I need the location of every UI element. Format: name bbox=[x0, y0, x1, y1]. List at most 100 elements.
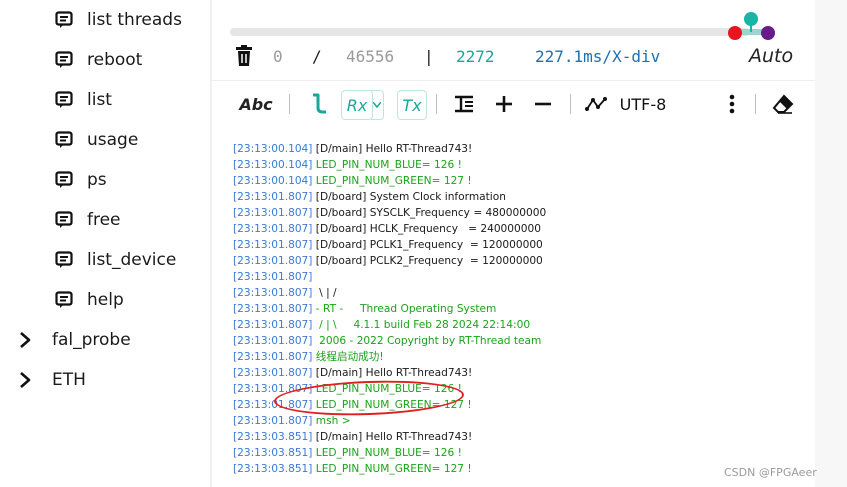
tx-label: Tx bbox=[402, 95, 422, 115]
zoom-out-icon[interactable] bbox=[532, 84, 554, 124]
sidebar-item-label: reboot bbox=[87, 50, 143, 70]
eraser-icon[interactable] bbox=[770, 84, 796, 124]
status-separator: | bbox=[424, 47, 434, 66]
log-line: [23:13:01.807] [D/main] Hello RT-Thread7… bbox=[233, 365, 813, 381]
sidebar-item-label: list_device bbox=[87, 250, 177, 270]
terminal-command-icon bbox=[55, 291, 73, 309]
terminal-command-icon bbox=[55, 171, 73, 189]
sidebar-item-help[interactable]: help bbox=[55, 280, 124, 320]
log-timestamp: [23:13:03.851] bbox=[233, 431, 313, 443]
log-message: [D/main] Hello RT-Thread743! bbox=[312, 143, 473, 155]
log-line: [23:13:01.807] - RT - Thread Operating S… bbox=[233, 301, 813, 317]
log-line: [23:13:01.807] / | \ 4.1.1 build Feb 28 … bbox=[233, 317, 813, 333]
terminal-command-icon bbox=[55, 51, 73, 69]
log-message: \ | / bbox=[312, 287, 337, 299]
log-line: [23:13:01.807] bbox=[233, 269, 813, 285]
received-count: 0 bbox=[273, 47, 283, 66]
log-message: [D/board] SYSCLK_Frequency = 480000000 bbox=[312, 207, 547, 219]
sidebar-item-usage[interactable]: usage bbox=[55, 120, 138, 160]
sidebar-item-label: list bbox=[87, 90, 112, 110]
waveform-icon[interactable] bbox=[584, 84, 608, 124]
log-timestamp: [23:13:01.807] bbox=[233, 367, 313, 379]
log-message: LED_PIN_NUM_GREEN= 127 ! bbox=[312, 463, 472, 475]
sidebar-item-list-threads[interactable]: list threads bbox=[55, 0, 182, 40]
log-line: [23:13:03.851] LED_PIN_NUM_BLUE= 126 ! bbox=[233, 445, 813, 461]
tx-toggle-button[interactable]: Tx bbox=[397, 90, 427, 120]
marker-purple-handle[interactable] bbox=[761, 26, 775, 40]
sidebar-item-list-device[interactable]: list_device bbox=[55, 240, 176, 280]
more-options-icon[interactable] bbox=[722, 84, 742, 124]
trash-icon[interactable] bbox=[234, 45, 254, 71]
scrollbar-gutter[interactable] bbox=[815, 0, 847, 487]
line-count: 2272 bbox=[456, 47, 495, 66]
log-message: [D/main] Hello RT-Thread743! bbox=[312, 367, 473, 379]
terminal-command-icon bbox=[55, 11, 73, 29]
encoding-selector[interactable]: UTF-8 bbox=[614, 84, 672, 124]
sidebar-item-reboot[interactable]: reboot bbox=[55, 40, 142, 80]
auto-scale-button[interactable]: Auto bbox=[749, 45, 793, 67]
sidebar-item-ps[interactable]: ps bbox=[55, 160, 107, 200]
log-timestamp: [23:13:03.851] bbox=[233, 463, 313, 475]
log-message: LED_PIN_NUM_GREEN= 127 ! bbox=[312, 175, 472, 187]
timeline-slider-track[interactable] bbox=[230, 28, 750, 36]
log-message: [D/board] System Clock information bbox=[312, 191, 506, 203]
sidebar-item-label: free bbox=[87, 210, 121, 230]
log-line: [23:13:01.807] [D/board] PCLK1_Frequency… bbox=[233, 237, 813, 253]
terminal-command-icon bbox=[55, 91, 73, 109]
toolbar-separator bbox=[570, 94, 571, 114]
log-timestamp: [23:13:01.807] bbox=[233, 319, 313, 331]
sidebar-item-label: usage bbox=[87, 130, 139, 150]
log-timestamp: [23:13:03.851] bbox=[233, 447, 313, 459]
log-message: LED_PIN_NUM_BLUE= 126 ! bbox=[312, 159, 462, 171]
sidebar: list threads reboot list usage ps free l… bbox=[0, 0, 210, 487]
log-timestamp: [23:13:00.104] bbox=[233, 159, 313, 171]
toolbar-separator bbox=[436, 94, 437, 114]
sidebar-group-fal-probe[interactable]: fal_probe bbox=[18, 320, 131, 360]
sidebar-item-free[interactable]: free bbox=[55, 200, 121, 240]
sidebar-group-eth[interactable]: ETH bbox=[18, 360, 86, 400]
text-wrap-icon[interactable] bbox=[452, 84, 476, 124]
marker-red-handle[interactable] bbox=[728, 26, 742, 40]
log-line: [23:13:01.807] 线程启动成功! bbox=[233, 349, 813, 365]
sidebar-group-label: ETH bbox=[52, 370, 86, 390]
log-timestamp: [23:13:01.807] bbox=[233, 255, 313, 267]
log-line: [23:13:01.807] \ | / bbox=[233, 285, 813, 301]
total-count: 46556 bbox=[346, 47, 395, 66]
sidebar-item-label: ps bbox=[87, 170, 107, 190]
sidebar-item-label: help bbox=[87, 290, 124, 310]
time-per-div: 227.1ms/X-div bbox=[535, 47, 661, 66]
log-timestamp: [23:13:01.807] bbox=[233, 223, 313, 235]
toolbar: Abc Rx Tx UTF-8 bbox=[212, 84, 815, 124]
sidebar-item-label: list threads bbox=[87, 10, 182, 30]
log-line: [23:13:01.807] 2006 - 2022 Copyright by … bbox=[233, 333, 813, 349]
text-format-button[interactable]: Abc bbox=[238, 84, 274, 124]
log-line: [23:13:00.104] [D/main] Hello RT-Thread7… bbox=[233, 141, 813, 157]
log-line: [23:13:03.851] [D/main] Hello RT-Thread7… bbox=[233, 429, 813, 445]
zoom-in-icon[interactable] bbox=[493, 84, 515, 124]
marker-connector bbox=[750, 24, 752, 32]
log-message: [D/board] HCLK_Frequency = 240000000 bbox=[312, 223, 541, 235]
log-line: [23:13:01.807] [D/board] PCLK2_Frequency… bbox=[233, 253, 813, 269]
log-line: [23:13:00.104] LED_PIN_NUM_BLUE= 126 ! bbox=[233, 157, 813, 173]
log-timestamp: [23:13:01.807] bbox=[233, 239, 313, 251]
divider bbox=[212, 80, 815, 81]
log-timestamp: [23:13:01.807] bbox=[233, 287, 313, 299]
rx-toggle-button[interactable]: Rx bbox=[341, 90, 373, 120]
log-timestamp: [23:13:00.104] bbox=[233, 143, 313, 155]
log-line: [23:13:01.807] [D/board] System Clock in… bbox=[233, 189, 813, 205]
sidebar-group-label: fal_probe bbox=[52, 330, 131, 350]
toolbar-separator bbox=[289, 94, 290, 114]
count-separator: / bbox=[312, 47, 322, 66]
log-line: [23:13:01.807] msh > bbox=[233, 413, 813, 429]
log-message: [D/board] PCLK1_Frequency = 120000000 bbox=[312, 239, 543, 251]
status-row: 0 / 46556 | 2272 227.1ms/X-div Auto bbox=[230, 42, 815, 72]
rx-dropdown-chevron-icon[interactable] bbox=[371, 90, 384, 120]
log-timestamp: [23:13:01.807] bbox=[233, 207, 313, 219]
timestamp-toggle-icon[interactable] bbox=[306, 84, 332, 124]
log-timestamp: [23:13:01.807] bbox=[233, 303, 313, 315]
terminal-command-icon bbox=[55, 131, 73, 149]
serial-log[interactable]: [23:13:00.104] [D/main] Hello RT-Thread7… bbox=[233, 141, 813, 477]
toolbar-separator bbox=[755, 94, 756, 114]
sidebar-item-list[interactable]: list bbox=[55, 80, 112, 120]
log-message: [D/main] Hello RT-Thread743! bbox=[312, 431, 473, 443]
